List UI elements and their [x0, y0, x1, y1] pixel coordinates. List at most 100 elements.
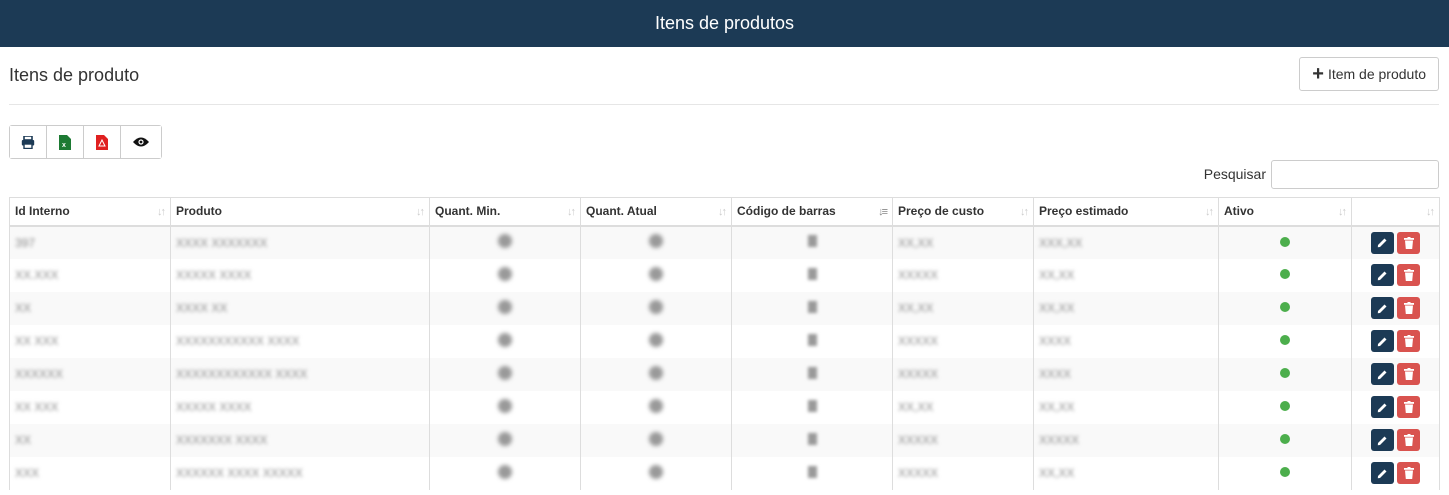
plus-icon: +: [1312, 62, 1324, 85]
delete-button[interactable]: [1397, 297, 1420, 319]
pdf-icon: [96, 134, 108, 150]
cell-preco-estimado: XXXX: [1033, 324, 1219, 358]
cell-id-text: XX: [15, 301, 32, 315]
cell-actions: [1351, 456, 1440, 490]
col-ativo[interactable]: Ativo ↓↑: [1218, 197, 1352, 227]
edit-button[interactable]: [1371, 363, 1394, 385]
sort-icon: ↓↑: [416, 206, 425, 218]
redacted-value: [649, 299, 663, 314]
trash-icon: [1403, 401, 1414, 413]
cell-id: XX XXX: [9, 324, 171, 358]
col-actions[interactable]: ↓↑: [1351, 197, 1440, 227]
edit-button[interactable]: [1371, 264, 1394, 286]
print-icon: [21, 135, 35, 149]
redacted-value: [498, 464, 512, 479]
col-quant-atual[interactable]: Quant. Atual ↓↑: [580, 197, 732, 227]
sort-icon: ↓↑: [1020, 206, 1029, 218]
cell-produto: XXXX XXXXXXX: [170, 225, 430, 259]
print-button[interactable]: [10, 126, 47, 158]
edit-button[interactable]: [1371, 462, 1394, 484]
col-codigo-barras[interactable]: Código de barras ↓≡: [731, 197, 893, 227]
col-produto[interactable]: Produto ↓↑: [170, 197, 430, 227]
redacted-value: [807, 300, 817, 313]
redacted-value: [807, 267, 817, 280]
sort-desc-icon: ↓≡: [878, 206, 888, 218]
col-quant-min[interactable]: Quant. Min. ↓↑: [429, 197, 581, 227]
pdf-button[interactable]: [84, 126, 121, 158]
cell-preco-estimado: XXXX: [1033, 357, 1219, 391]
cell-produto: XXXXXX XXXX XXXXX: [170, 456, 430, 490]
delete-button[interactable]: [1397, 396, 1420, 418]
delete-button[interactable]: [1397, 231, 1420, 254]
cell-codigo: [731, 456, 893, 490]
add-item-button[interactable]: + Item de produto: [1299, 56, 1439, 91]
delete-button[interactable]: [1397, 462, 1420, 484]
cell-preco-custo: XXXXX: [892, 324, 1034, 358]
cell-preco-custo-text: XXXXX: [898, 334, 939, 348]
cell-preco-estimado-text: XX,XX: [1039, 301, 1075, 315]
column-visibility-button[interactable]: [121, 126, 161, 158]
cell-preco-custo-text: XXXXX: [898, 433, 939, 447]
delete-button[interactable]: [1397, 264, 1420, 286]
sort-icon: ↓↑: [567, 206, 576, 218]
cell-actions: [1351, 357, 1440, 391]
delete-button[interactable]: [1397, 429, 1420, 451]
cell-id: 397: [9, 225, 171, 259]
edit-button[interactable]: [1371, 330, 1394, 352]
cell-id-text: XX XXX: [15, 400, 59, 414]
page-title: Itens de produto: [9, 65, 140, 85]
col-preco-estimado[interactable]: Preço estimado ↓↑: [1033, 197, 1219, 227]
pencil-icon: [1377, 436, 1387, 445]
cell-quant-atual: [580, 357, 732, 391]
table-row: XX.XXX XXXXX XXXX XXXXX XX,XX: [9, 258, 1440, 292]
redacted-value: [807, 235, 817, 247]
cell-preco-custo-text: XX,XX: [898, 235, 934, 250]
edit-button[interactable]: [1371, 429, 1394, 451]
cell-preco-custo-text: XXXXX: [898, 367, 939, 381]
cell-actions: [1351, 390, 1440, 424]
active-status-dot: [1280, 401, 1290, 411]
edit-button[interactable]: [1371, 231, 1394, 254]
cell-quant-atual: [580, 258, 732, 292]
active-status-dot: [1280, 368, 1290, 378]
active-status-dot: [1280, 302, 1290, 312]
cell-produto: XXXX XX: [170, 291, 430, 325]
redacted-value: [498, 299, 512, 314]
sort-icon: ↓↑: [718, 206, 727, 218]
cell-produto-text: XXXXXXXXXXX XXXX: [176, 334, 300, 348]
cell-produto-text: XXXXXXXXXXXX XXXX: [176, 367, 308, 381]
cell-actions: [1351, 324, 1440, 358]
edit-button[interactable]: [1371, 396, 1394, 418]
cell-quant-min: [429, 291, 581, 325]
cell-preco-estimado: XX,XX: [1033, 456, 1219, 490]
cell-preco-estimado-text: XX,XX: [1039, 466, 1075, 480]
col-id[interactable]: Id Interno ↓↑: [9, 197, 171, 227]
cell-preco-custo: XX,XX: [892, 291, 1034, 325]
cell-preco-custo: XX,XX: [892, 390, 1034, 424]
delete-button[interactable]: [1397, 363, 1420, 385]
edit-button[interactable]: [1371, 297, 1394, 319]
cell-preco-estimado-text: XXXX: [1039, 367, 1072, 381]
cell-codigo: [731, 291, 893, 325]
pencil-icon: [1377, 304, 1387, 313]
active-status-dot: [1280, 269, 1290, 279]
cell-ativo: [1218, 225, 1352, 259]
cell-preco-custo: XXXXX: [892, 456, 1034, 490]
cell-produto-text: XXXXX XXXX: [176, 400, 252, 414]
redacted-value: [807, 432, 817, 445]
col-preco-custo[interactable]: Preço de custo ↓↑: [892, 197, 1034, 227]
delete-button[interactable]: [1397, 330, 1420, 352]
pencil-icon: [1377, 271, 1387, 280]
redacted-value: [498, 234, 512, 248]
table-row: XX XXX XXXXX XXXX XX,XX XX,XX: [9, 390, 1440, 424]
trash-icon: [1403, 368, 1414, 380]
trash-icon: [1403, 467, 1414, 479]
cell-codigo: [731, 258, 893, 292]
sort-icon: ↓↑: [1205, 206, 1214, 218]
table-row: 397 XXXX XXXXXXX XX,XX XXX,XX: [9, 225, 1440, 259]
search-input[interactable]: [1271, 159, 1439, 189]
sort-icon: ↓↑: [1338, 206, 1347, 218]
pencil-icon: [1377, 403, 1387, 412]
excel-button[interactable]: x: [47, 126, 84, 158]
cell-codigo: [731, 390, 893, 424]
